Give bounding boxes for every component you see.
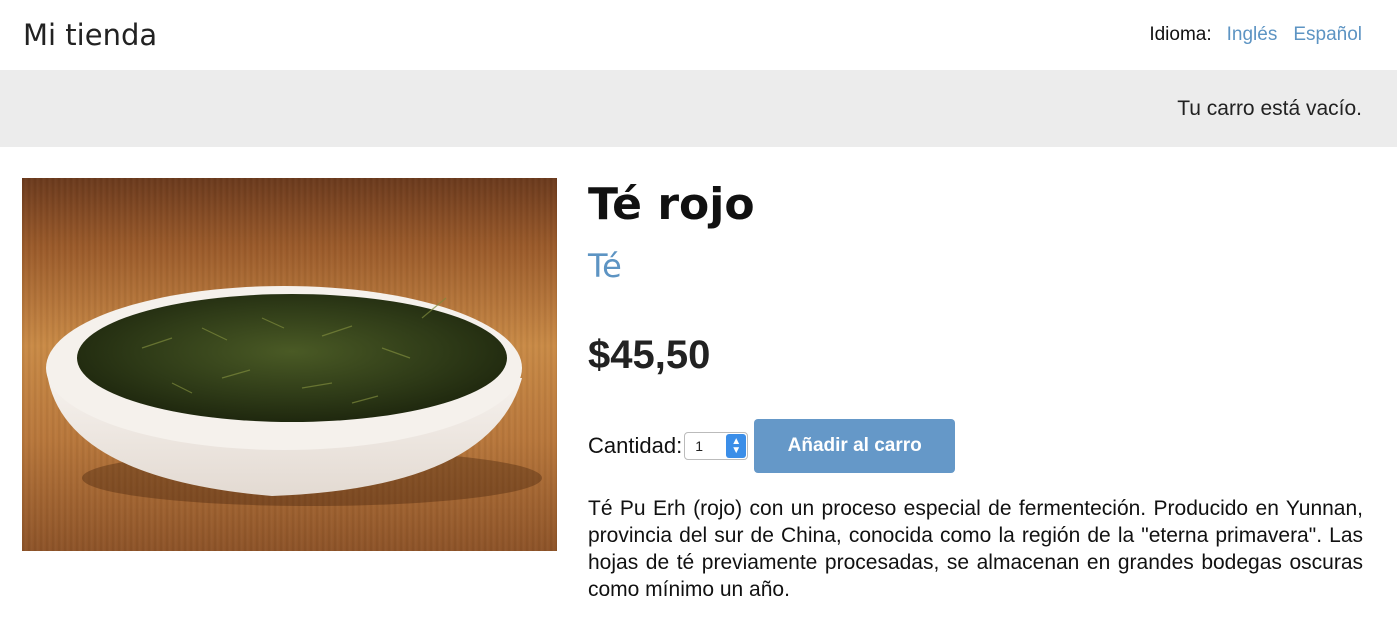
language-switcher: Idioma: Inglés Español: [1149, 24, 1362, 46]
product-detail: Té rojo Té $45,50 Cantidad: 1 ▲ ▼ Añadir …: [0, 147, 1397, 627]
quantity-value: 1: [695, 438, 703, 454]
site-logo[interactable]: Mi tienda: [23, 18, 157, 52]
cart-summary-bar: Tu carro está vacío.: [0, 70, 1397, 147]
chevron-updown-icon: ▲ ▼: [726, 434, 747, 458]
product-category-link[interactable]: Té: [588, 247, 622, 285]
product-image: [22, 178, 557, 551]
cart-status: Tu carro está vacío.: [1177, 96, 1362, 120]
add-to-cart-form: Cantidad: 1 ▲ ▼ Añadir al carro: [588, 419, 956, 473]
language-link-spanish[interactable]: Español: [1293, 24, 1362, 46]
quantity-label: Cantidad:: [588, 433, 683, 458]
language-label: Idioma:: [1149, 24, 1212, 45]
product-description: Té Pu Erh (rojo) con un proceso especial…: [588, 497, 1363, 601]
product-title: Té rojo: [588, 179, 755, 230]
tea-bowl-photo-icon: [46, 286, 542, 506]
quantity-select[interactable]: 1 ▲ ▼: [684, 432, 749, 460]
language-link-english[interactable]: Inglés: [1227, 24, 1278, 46]
site-header: Mi tienda Idioma: Inglés Español: [0, 0, 1397, 70]
add-to-cart-button[interactable]: Añadir al carro: [754, 419, 956, 473]
product-price: $45,50: [588, 333, 711, 377]
